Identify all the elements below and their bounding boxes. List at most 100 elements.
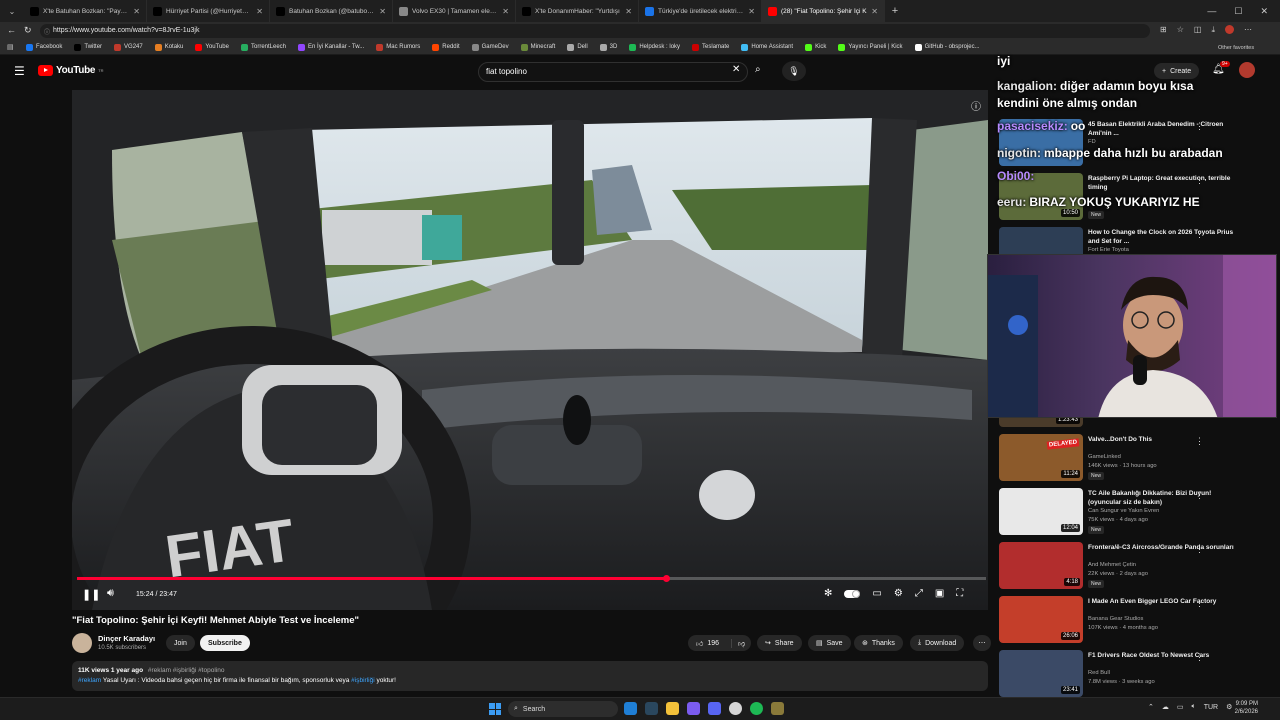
video-title[interactable]: Frontera/ë-C3 Aircross/Grande Panda soru… bbox=[1088, 543, 1238, 552]
back-icon[interactable]: ← bbox=[7, 25, 16, 35]
join-button[interactable]: Join bbox=[166, 635, 195, 651]
save-button[interactable]: ▤ Save bbox=[808, 635, 851, 651]
more-options-icon[interactable]: ⋮ bbox=[1195, 121, 1204, 132]
video-thumbnail[interactable]: 12:04 bbox=[999, 488, 1083, 535]
tab-close-icon[interactable]: ✕ bbox=[871, 7, 878, 16]
video-title[interactable]: TC Aile Bakanlığı Dikkatine: Bizi Duyun!… bbox=[1088, 489, 1238, 507]
video-thumbnail[interactable]: 26:06 bbox=[999, 596, 1083, 643]
more-actions-button[interactable]: ⋯ bbox=[973, 635, 991, 651]
more-options-icon[interactable]: ⋮ bbox=[1195, 544, 1204, 555]
minimize-icon[interactable]: — bbox=[1207, 6, 1216, 17]
browser-tab[interactable]: X'te DonanımHaber: "Yurtdışı ✕ bbox=[516, 0, 639, 22]
obs-app-icon[interactable] bbox=[729, 702, 742, 715]
account-avatar[interactable] bbox=[1239, 62, 1255, 78]
more-options-icon[interactable]: ⋮ bbox=[1195, 436, 1204, 447]
like-button[interactable]: 👍︎ 196 👎︎ bbox=[688, 635, 751, 651]
video-title[interactable]: Raspberry Pi Laptop: Great execution, te… bbox=[1088, 174, 1238, 192]
recommended-video[interactable]: 12:04 TC Aile Bakanlığı Dikkatine: Bizi D… bbox=[999, 488, 1269, 538]
progress-track[interactable] bbox=[77, 577, 986, 580]
stable-volume-icon[interactable]: ✻ bbox=[824, 588, 832, 599]
recommended-video[interactable]: 4:18 Frontera/ë-C3 Aircross/Grande Panda … bbox=[999, 542, 1269, 592]
subscribe-button[interactable]: Subscribe bbox=[200, 635, 250, 651]
video-info-icon[interactable]: ⓘ bbox=[971, 98, 981, 113]
volume-icon[interactable]: 🔊︎ bbox=[107, 587, 114, 600]
video-title[interactable]: Valve...Don't Do This bbox=[1088, 435, 1238, 444]
bookmark-item[interactable]: TorrentLeech bbox=[240, 43, 286, 51]
taskbar-search[interactable]: ⌕ Search bbox=[508, 701, 618, 717]
bookmark-item[interactable]: Kotaku bbox=[154, 43, 183, 51]
hamburger-menu-icon[interactable]: ☰ bbox=[14, 64, 25, 78]
bookmark-item[interactable]: Kick bbox=[805, 43, 826, 51]
fullscreen-icon[interactable]: ⛶ bbox=[956, 588, 963, 599]
video-thumbnail[interactable]: 4:18 bbox=[999, 542, 1083, 589]
clock[interactable]: 9:09 PM 2/6/2026 bbox=[1222, 700, 1258, 716]
discord-app-icon[interactable] bbox=[708, 702, 721, 715]
extensions-icon[interactable]: ◫ bbox=[1194, 25, 1202, 35]
thanks-button[interactable]: ⊛ Thanks bbox=[854, 635, 903, 651]
bookmark-item[interactable]: Home Assistant bbox=[741, 43, 793, 51]
steam-app-icon[interactable] bbox=[645, 702, 658, 715]
recommended-video[interactable]: 23:41 F1 Drivers Race Oldest To Newest Ca… bbox=[999, 650, 1269, 700]
autoplay-toggle[interactable] bbox=[844, 589, 861, 598]
bookmark-item[interactable]: Reddit bbox=[432, 43, 460, 51]
bookmark-item[interactable]: Dell bbox=[567, 43, 588, 51]
recommended-video[interactable]: DELAYED 11:24 Valve...Don't Do This GameLin… bbox=[999, 434, 1269, 484]
progress-scrubber[interactable] bbox=[663, 575, 671, 582]
app-icon-misc[interactable] bbox=[771, 702, 784, 715]
tab-menu-icon[interactable]: ⌄ bbox=[0, 0, 24, 22]
video-title[interactable]: How to Change the Clock on 2026 Toyota P… bbox=[1088, 228, 1238, 246]
recommended-video[interactable]: 26:06 I Made An Even Bigger LEGO Car Fact… bbox=[999, 596, 1269, 646]
new-tab-button[interactable]: + bbox=[885, 5, 905, 17]
more-options-icon[interactable]: ⋮ bbox=[1195, 598, 1204, 609]
site-info-icon[interactable]: ⓘ bbox=[44, 27, 50, 36]
bookmark-item[interactable]: Teslamate bbox=[692, 43, 729, 51]
bookmark-item[interactable]: Yayıncı Paneli | Kick bbox=[838, 43, 903, 51]
url-input[interactable]: https://www.youtube.com/watch?v=8JrvE-1u… bbox=[40, 24, 1150, 38]
tab-close-icon[interactable]: ✕ bbox=[625, 7, 632, 16]
settings-gear-icon[interactable]: ⚙︎ bbox=[894, 588, 903, 599]
tab-close-icon[interactable]: ✕ bbox=[502, 7, 509, 16]
youtube-logo[interactable]: YouTube TR bbox=[38, 65, 104, 76]
browser-tab[interactable]: Volvo EX30 | Tamamen elektrikli k✕ bbox=[393, 0, 516, 22]
bookmark-item[interactable]: 3D bbox=[599, 43, 617, 51]
pause-icon[interactable]: ❚❚ bbox=[82, 588, 100, 601]
search-input[interactable]: fiat topolino bbox=[478, 62, 748, 82]
thumbs-down-icon[interactable]: 👎︎ bbox=[731, 638, 745, 648]
star-icon[interactable]: ☆ bbox=[1177, 25, 1184, 35]
bookmark-item[interactable]: VG247 bbox=[114, 43, 143, 51]
keyboard-language[interactable]: TUR bbox=[1204, 704, 1218, 711]
file-explorer-icon[interactable] bbox=[666, 702, 679, 715]
bookmark-item[interactable]: Twitter bbox=[74, 43, 102, 51]
more-options-icon[interactable]: ⋮ bbox=[1195, 229, 1204, 240]
spotify-app-icon[interactable] bbox=[750, 702, 763, 715]
bookmark-item[interactable]: Minecraft bbox=[520, 43, 555, 51]
channel-name[interactable]: Dinçer Karadayı bbox=[98, 634, 155, 643]
bookmark-item[interactable]: Helpdesk : loky bbox=[629, 43, 680, 51]
theater-mode-icon[interactable]: ▣ bbox=[935, 588, 944, 599]
tab-close-icon[interactable]: ✕ bbox=[256, 7, 263, 16]
video-title[interactable]: 45 Basan Elektrikli Araba Denedim - Citr… bbox=[1088, 120, 1238, 138]
browser-tab[interactable]: (28) "Fiat Topolino: Şehir İçi K ✕ bbox=[762, 0, 885, 22]
voice-search-icon[interactable]: 🎙︎ bbox=[782, 61, 806, 81]
search-icon[interactable]: ⌕ bbox=[755, 64, 761, 75]
bookmarks-menu-icon[interactable]: ▤ bbox=[7, 43, 14, 51]
profile-avatar-icon[interactable] bbox=[1224, 25, 1234, 34]
subtitles-icon[interactable]: ▭ bbox=[872, 588, 881, 599]
tab-close-icon[interactable]: ✕ bbox=[133, 7, 140, 16]
more-options-icon[interactable]: ⋮ bbox=[1195, 175, 1204, 186]
bookmark-item[interactable]: En İyi Kanallar - Tw... bbox=[298, 43, 364, 51]
clear-search-icon[interactable]: ✕ bbox=[732, 64, 740, 75]
channel-avatar[interactable] bbox=[72, 633, 92, 653]
bookmark-item[interactable]: Mac Rumors bbox=[376, 43, 420, 51]
bookmark-item[interactable]: GameDev bbox=[471, 43, 509, 51]
video-player[interactable]: FIAT bbox=[72, 90, 988, 610]
share-button[interactable]: ↪ Share bbox=[757, 635, 802, 651]
browser-tab[interactable]: Batuhan Bozkan (@batubozkan) / ✕ bbox=[270, 0, 393, 22]
app-icon-purple[interactable] bbox=[687, 702, 700, 715]
more-options-icon[interactable]: ⋮ bbox=[1195, 652, 1204, 663]
video-thumbnail[interactable]: DELAYED 11:24 bbox=[999, 434, 1083, 481]
tray-chevron-icon[interactable]: ⌃ bbox=[1148, 703, 1154, 711]
create-button[interactable]: + Create bbox=[1154, 63, 1200, 79]
maximize-icon[interactable]: ☐ bbox=[1234, 6, 1242, 17]
video-thumbnail[interactable]: 23:41 bbox=[999, 650, 1083, 697]
